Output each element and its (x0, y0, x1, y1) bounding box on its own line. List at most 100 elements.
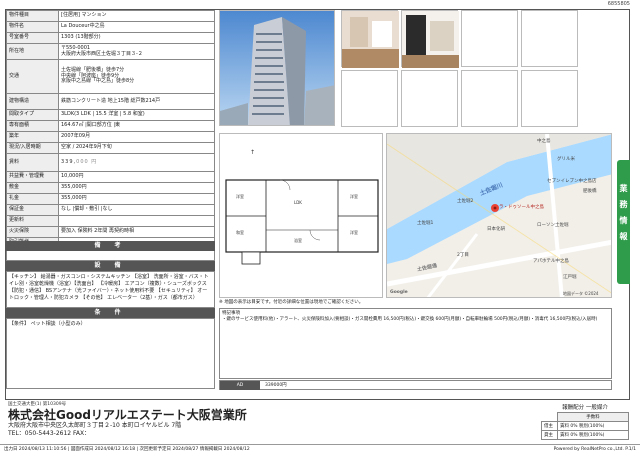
plan-label: 浴室 (294, 237, 302, 243)
tab-character: 情 (619, 216, 628, 225)
spec-label: 交通 (6, 59, 59, 94)
map-place-label: 2丁目 (457, 253, 469, 258)
spec-value: 3LDK(3 LDK | 15.5 洋室 | 5.8 和室) (58, 109, 215, 121)
spec-row: 間取タイプ 3LDK(3 LDK | 15.5 洋室 | 5.8 和室) (6, 109, 215, 121)
map-note: ※ 地図の表示は目安です。付近の詳細な位置は現地でご確認ください。 (219, 300, 364, 305)
photo-thumbnail[interactable] (341, 10, 399, 68)
remarks-header: 備 考 (6, 241, 215, 251)
spec-row: 築年 2007年09月 (6, 131, 215, 143)
spec-label: 現況/入居時期 (6, 142, 59, 154)
map-place-label: ローソン土佐堀 (537, 223, 569, 228)
tab-character: 報 (619, 232, 628, 241)
building-photo[interactable] (219, 10, 335, 126)
footer-dates: 出力日 2024/08/13 11:10:56 | 図面作成日 2024/08/… (4, 447, 250, 452)
spec-value: 10,000円 (58, 171, 215, 183)
building-illustration (220, 11, 334, 125)
spec-row: 礼金 355,000円 (6, 193, 215, 205)
rent-unit: 000 円 (76, 158, 98, 165)
spec-value: 鉄筋コンクリート造 地上15階 総戸数214戸 (58, 93, 215, 110)
interior-photo (402, 11, 459, 68)
facilities-text: 【キッチン】 給湯器・ガスコンロ・システムキッチン 【浴室】 洗面所・浴室・バス… (6, 271, 215, 308)
photo-thumbnail-empty (521, 70, 578, 127)
spec-row: 保証金 なし |償却・敷引 |なし (6, 204, 215, 216)
fee-row-value: 賃料 0% 税別(100%) (557, 421, 629, 431)
spec-label: 共益費・管理費 (6, 171, 59, 183)
plan-label: 洋室 (236, 193, 244, 199)
ad-value: 339000円 (265, 383, 287, 388)
photo-thumbnail-empty (461, 70, 518, 127)
special-notes-text: ・鍵のサービス使用料(他)・アラート、火災保険料加入(要相談)・ガス開栓費用 1… (222, 317, 598, 322)
plan-label: 和室 (236, 229, 244, 235)
company-phone: TEL：050-5443-2612 FAX： (8, 430, 91, 437)
spec-row: 現況/入居時期 空家 / 2024年9月下旬 (6, 142, 215, 154)
spec-value (58, 215, 215, 227)
spec-label: 礼金 (6, 193, 59, 205)
tab-character: 業 (619, 184, 628, 193)
document-code: 6855805 (607, 1, 630, 7)
facilities-header: 設 備 (6, 261, 215, 271)
plan-label: 洋室 (350, 229, 358, 235)
spec-label: 火災保険 (6, 226, 59, 238)
spec-value: 〒550-0001 大阪府大阪市西区土佐堀３丁目３-２ (58, 43, 215, 60)
spec-value: 要加入 保険料 2年間 再契約時相 (58, 226, 215, 238)
spec-value: La Douceur中之島 (58, 21, 215, 33)
page-footer: 出力日 2024/08/13 11:10:56 | 図面作成日 2024/08/… (0, 444, 640, 454)
spec-label: 敷金 (6, 182, 59, 194)
spec-row: 号室番号 1303 (13階部分) (6, 32, 215, 44)
company-block: 国土交通大臣(1) 第10309号 株式会社Goodリアルエステート大阪営業所 … (8, 401, 468, 438)
spec-value: 164.67㎡ |開口部方位 |東 (58, 120, 215, 132)
license-number: 国土交通大臣(1) 第10309号 (8, 402, 67, 407)
spec-label: 保証金 (6, 204, 59, 216)
map-place-label: 土佐堀1 (417, 221, 434, 226)
spec-label: 更新料 (6, 215, 59, 227)
map-place-label: 中之島 (537, 139, 551, 144)
spec-row: 物件名 La Douceur中之島 (6, 21, 215, 33)
map-place-label: 江戸堀 (563, 275, 577, 280)
business-info-tab[interactable]: 業務情報 (617, 160, 630, 284)
map-place-label: 土佐堀2 (457, 199, 474, 204)
map-copyright: 地図データ ©2024 (563, 291, 599, 296)
spec-label: 間取タイプ (6, 109, 59, 121)
spec-label: 所在地 (6, 43, 59, 60)
photo-thumbnail[interactable] (401, 10, 459, 68)
spec-value: なし |償却・敷引 |なし (58, 204, 215, 216)
fee-header: 手数料 (557, 412, 629, 422)
spec-value: 355,000円 (58, 182, 215, 194)
spec-row: 賃料 339,000 円 (6, 153, 215, 172)
spec-label: 賃料 (6, 153, 59, 172)
spec-value: [住居用] マンション (58, 10, 215, 22)
spec-row: 物件種目 [住居用] マンション (6, 10, 215, 22)
spec-row: 建物構造 鉄筋コンクリート造 地上15階 総戸数214戸 (6, 93, 215, 110)
rent-value: 339,000 円 (58, 153, 215, 172)
spec-value: 土佐堀線「肥後橋」徒歩7分 中央線「阿波座」徒歩9分 京阪中之島線「中之島」徒歩… (58, 59, 215, 94)
spec-value: 空家 / 2024年9月下旬 (58, 142, 215, 154)
rent-amount: 339, (61, 158, 77, 165)
spec-label: 建物構造 (6, 93, 59, 110)
ad-fee-bar: AD 339000円 (219, 380, 612, 390)
remarks-body (6, 251, 215, 261)
fee-row-label: 貸主 (541, 430, 558, 440)
map-place-label: セブンイレブン中之島店 (547, 179, 597, 184)
map-place-label: グリル米 (557, 157, 575, 162)
spec-row: 敷金 355,000円 (6, 182, 215, 194)
spec-label: 物件種目 (6, 10, 59, 22)
plan-label: LDK (294, 200, 302, 205)
google-logo: Google (390, 290, 408, 295)
spec-row: 所在地 〒550-0001 大阪府大阪市西区土佐堀３丁目３-２ (6, 43, 215, 60)
location-map[interactable]: 土佐堀川 土佐堀通 ラ・ドゥソール中之島 中之島 グリル米 セブンイレブン中之島… (386, 133, 612, 298)
map-drawing (387, 134, 611, 297)
map-place-label: アパホテル中之島 (533, 259, 569, 264)
spec-row: 専有面積 164.67㎡ |開口部方位 |東 (6, 120, 215, 132)
spec-value: 355,000円 (58, 193, 215, 205)
company-address: 大阪府大阪市中央区久太郎町３丁目２-10 本町ロイヤルビル 7階 (8, 422, 182, 429)
svg-text:↑: ↑ (250, 149, 255, 156)
tab-character: 務 (619, 200, 628, 209)
conditions-text: 【条件】 ペット相談（小型のみ） (6, 318, 215, 389)
fee-row-label: 借主 (541, 421, 558, 431)
fee-table: 手数料 借主 賃料 0% 税別(100%) 貸主 賃料 0% 税別(100%) (541, 412, 629, 440)
conditions-header: 条 件 (6, 308, 215, 318)
photo-thumbnail-empty (521, 10, 578, 67)
property-spec-table: 物件種目 [住居用] マンション 物件名 La Douceur中之島 号室番号 1303 … (6, 10, 215, 260)
spec-row: 交通 土佐堀線「肥後橋」徒歩7分 中央線「阿波座」徒歩9分 京阪中之島線「中之島」… (6, 59, 215, 94)
floor-plan[interactable]: ↑ LDK 洋室 和室 洋室 洋室 浴室 (219, 133, 383, 298)
